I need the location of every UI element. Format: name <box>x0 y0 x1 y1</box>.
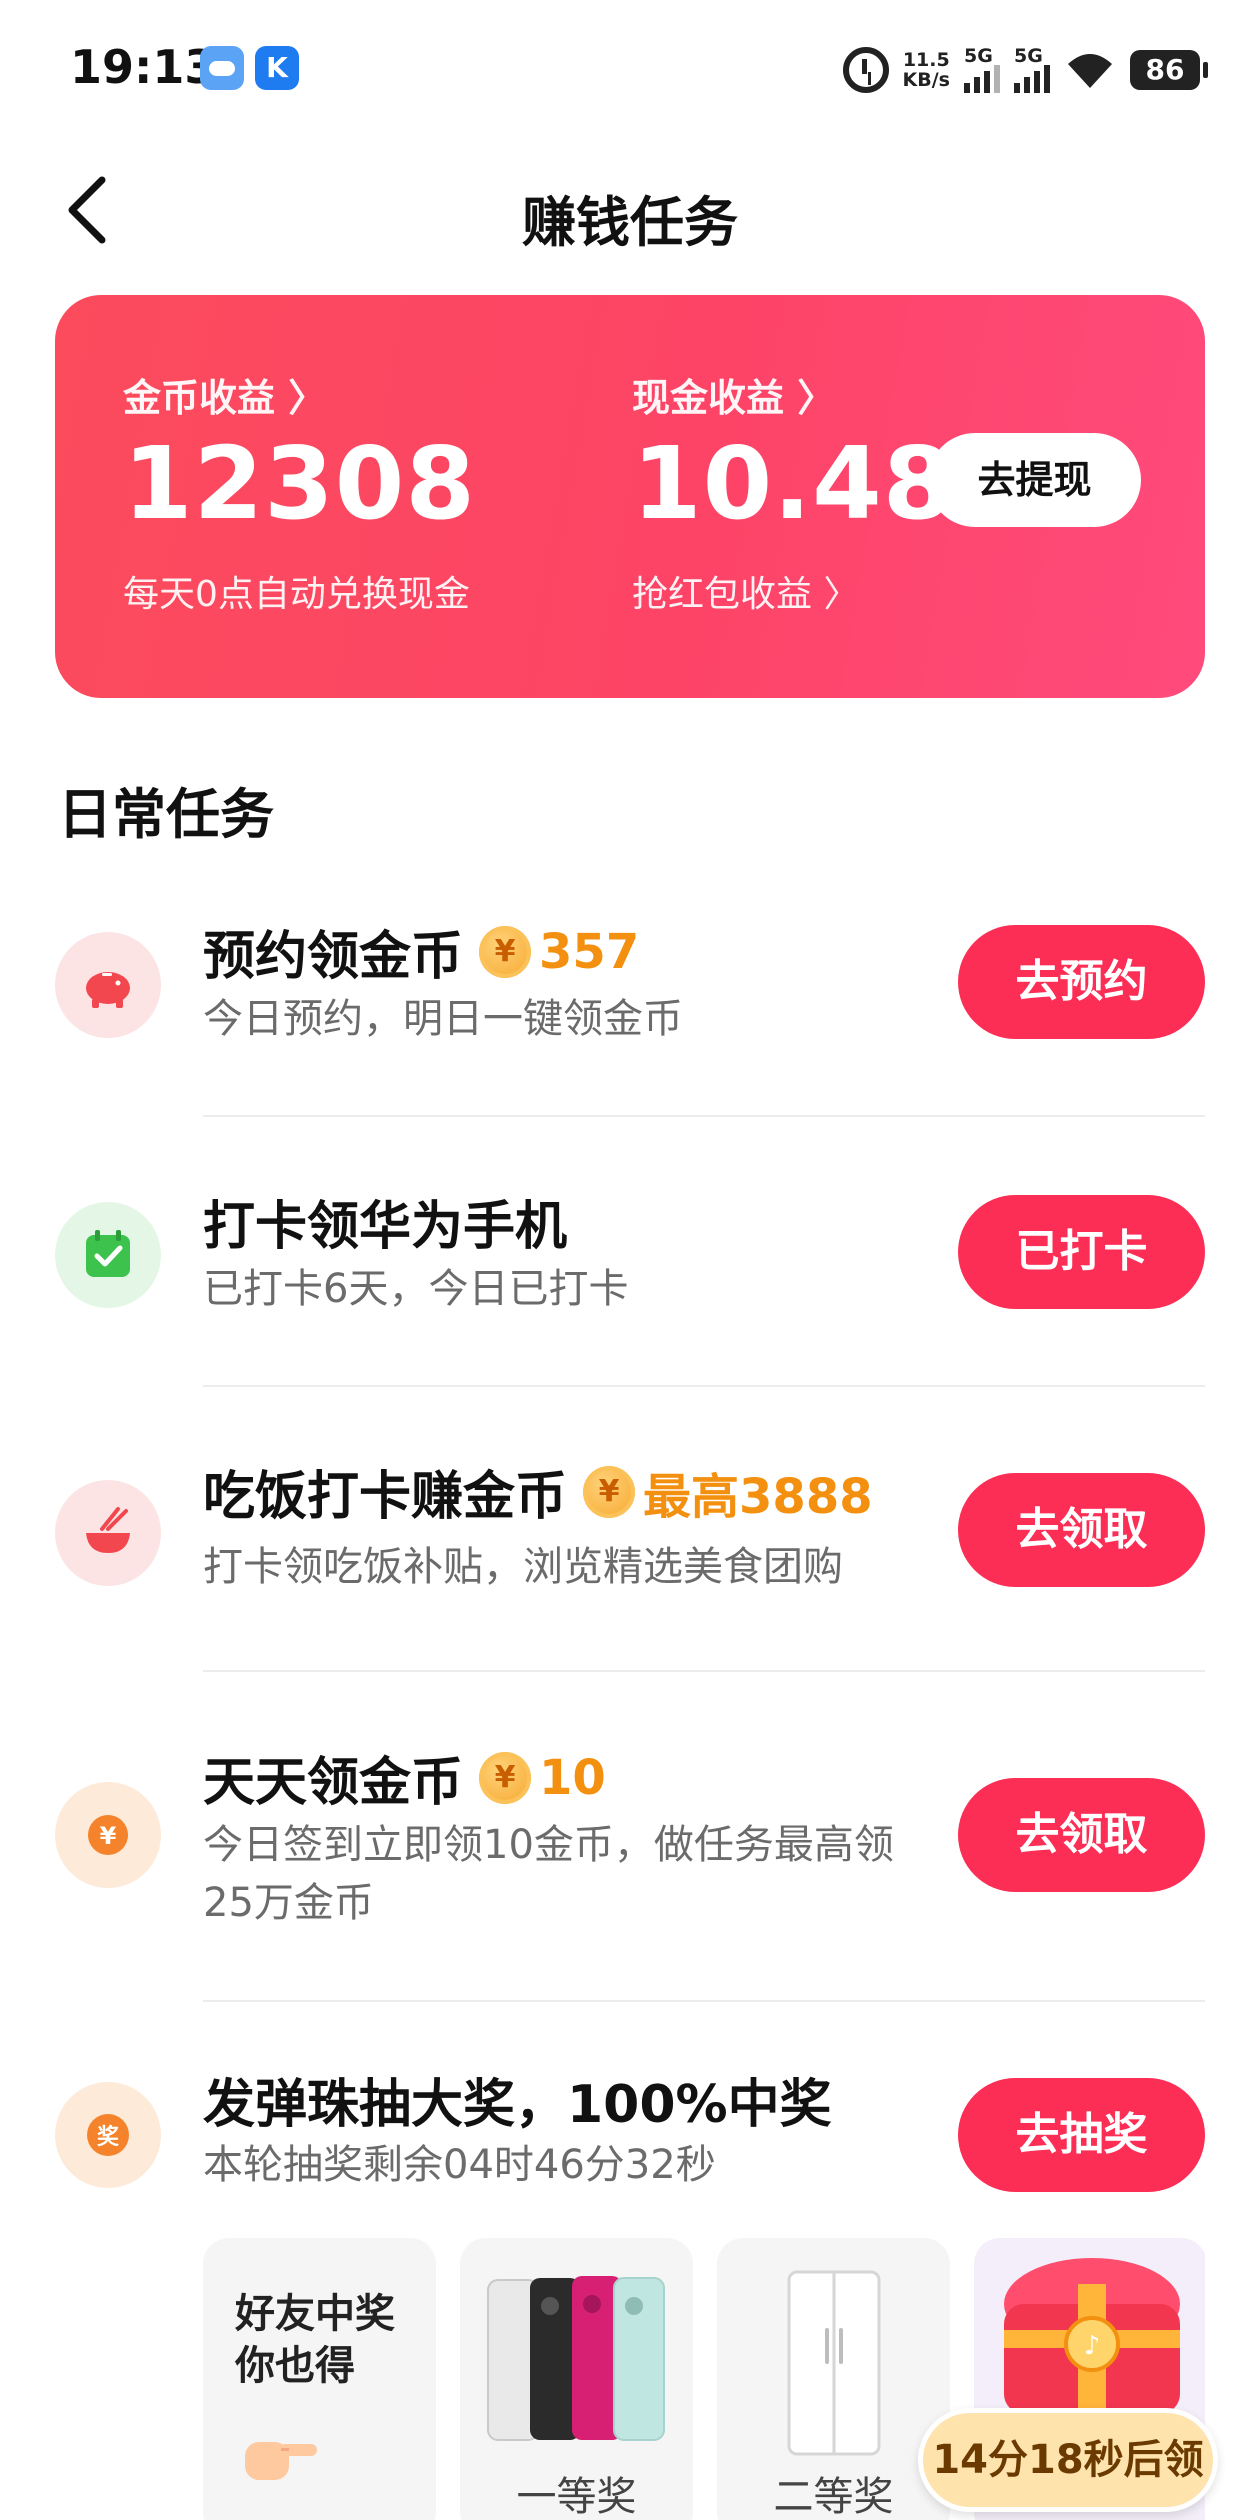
page-title: 赚钱任务 <box>522 191 738 254</box>
reserve-button[interactable]: 去预约 <box>958 925 1205 1039</box>
coin-icon: ¥ <box>479 1751 532 1804</box>
header: 赚钱任务 <box>0 150 1260 270</box>
first-prize-label: 一等奖 <box>516 2474 637 2520</box>
signal-1: 5G <box>964 47 1000 93</box>
phones-image <box>487 2276 665 2441</box>
status-bar: 19:13 K 11.5 KB/s 5G 5G 86 <box>0 0 1260 135</box>
network-speed: 11.5 KB/s <box>903 50 950 90</box>
signal-2-label: 5G <box>1014 45 1043 67</box>
divider <box>203 1670 1205 1672</box>
divider <box>203 1115 1205 1117</box>
k-app-icon: K <box>255 46 299 90</box>
cash-earnings-value: 10.48 <box>632 425 954 542</box>
bowl-icon <box>55 1480 161 1586</box>
signal-bars-icon <box>964 65 1000 93</box>
friend-prize-line2: 你也得 <box>235 2343 355 2389</box>
status-right: 11.5 KB/s 5G 5G 86 <box>842 40 1208 100</box>
calendar-check-icon <box>55 1202 161 1308</box>
task-title: 天天领金币 ¥ 10 <box>203 1740 606 1815</box>
task-row-checkin-phone: 打卡领华为手机 已打卡6天，今日已打卡 已打卡 <box>0 1150 1260 1380</box>
alarm-icon <box>842 47 889 93</box>
task-row-lottery: 奖 发弹珠抽大奖，100%中奖 本轮抽奖剩余04时46分32秒 去抽奖 <box>0 2040 1260 2230</box>
svg-text:♪: ♪ <box>1084 2331 1101 2361</box>
task-title: 吃饭打卡赚金币 ¥ 最高3888 <box>203 1454 873 1529</box>
task-desc: 打卡领吃饭补贴，浏览精选美食团购 <box>203 1544 843 1590</box>
coin-icon: ¥ <box>583 1465 636 1518</box>
claim-button[interactable]: 去领取 <box>958 1778 1205 1892</box>
svg-text:¥: ¥ <box>100 1822 117 1850</box>
coin-earnings-note: 每天0点自动兑换现金 <box>123 574 470 615</box>
weather-app-icon <box>200 46 244 90</box>
red-packet-earnings-link[interactable]: 抢红包收益 〉 <box>632 565 859 617</box>
task-row-meal-checkin: 吃饭打卡赚金币 ¥ 最高3888 打卡领吃饭补贴，浏览精选美食团购 去领取 <box>0 1420 1260 1660</box>
countdown-badge[interactable]: 14分18秒后领 <box>918 2408 1218 2512</box>
task-reward: 最高3888 <box>643 1468 873 1525</box>
lottery-button[interactable]: 去抽奖 <box>958 2078 1205 2192</box>
yen-coin-icon: ¥ <box>55 1782 161 1888</box>
friend-prize-line1: 好友中奖 <box>235 2291 395 2337</box>
divider <box>203 2000 1205 2002</box>
signal-bars-icon <box>1014 65 1050 93</box>
friend-prize-card[interactable]: 好友中奖 你也得 <box>203 2238 436 2520</box>
task-desc: 今日预约，明日一键领金币 <box>203 996 683 1042</box>
task-title-text: 发弹珠抽大奖，100%中奖 <box>203 2075 832 2135</box>
task-row-reserve: 预约领金币 ¥ 357 今日预约，明日一键领金币 去预约 <box>0 880 1260 1110</box>
task-row-daily-coins: ¥ 天天领金币 ¥ 10 今日签到立即领10金币，做任务最高领25万金币 去领取 <box>0 1710 1260 2000</box>
task-title-text: 打卡领华为手机 <box>203 1197 568 1257</box>
coin-earnings-link[interactable]: 金币收益 〉 <box>123 367 326 422</box>
signal-1-label: 5G <box>964 45 993 67</box>
task-title-text: 预约领金币 <box>203 927 464 987</box>
refrigerator-image <box>787 2270 881 2456</box>
second-prize-card[interactable]: 二等奖 <box>717 2238 950 2520</box>
network-speed-value: 11.5 <box>902 49 950 71</box>
task-title: 发弹珠抽大奖，100%中奖 <box>203 2062 832 2137</box>
task-title-text: 天天领金币 <box>203 1753 464 1813</box>
claim-button[interactable]: 去领取 <box>958 1473 1205 1587</box>
withdraw-button[interactable]: 去提现 <box>928 433 1141 527</box>
friend-prize-text: 好友中奖 你也得 <box>235 2288 395 2392</box>
battery-icon: 86 <box>1130 50 1208 90</box>
second-prize-label: 二等奖 <box>773 2474 894 2520</box>
prize-icon: 奖 <box>55 2082 161 2188</box>
coin-earnings-value: 12308 <box>123 425 476 542</box>
pointing-hand-icon <box>245 2442 317 2480</box>
signal-2: 5G <box>1014 47 1050 93</box>
task-desc: 今日签到立即领10金币，做任务最高领25万金币 <box>203 1822 894 1926</box>
divider <box>203 1385 1205 1387</box>
coin-icon: ¥ <box>479 925 532 978</box>
wifi-icon <box>1068 54 1112 88</box>
daily-tasks-title: 日常任务 <box>58 783 274 846</box>
task-reward: 10 <box>539 1749 606 1806</box>
task-desc: 本轮抽奖剩余04时46分32秒 <box>203 2142 716 2188</box>
cash-earnings-link[interactable]: 现金收益 〉 <box>632 367 835 422</box>
task-title: 打卡领华为手机 <box>203 1184 567 1259</box>
task-title-text: 吃饭打卡赚金币 <box>203 1467 568 1527</box>
network-speed-unit: KB/s <box>902 69 950 91</box>
status-time: 19:13 <box>70 40 217 94</box>
piggy-bank-icon <box>55 932 161 1038</box>
task-desc: 已打卡6天，今日已打卡 <box>203 1266 629 1312</box>
task-title: 预约领金币 ¥ 357 <box>203 914 639 989</box>
first-prize-card[interactable]: 一等奖 <box>460 2238 693 2520</box>
earnings-card: 金币收益 〉 12308 每天0点自动兑换现金 现金收益 〉 10.48 抢红包… <box>55 295 1205 698</box>
task-reward: 357 <box>539 923 640 980</box>
checked-in-button[interactable]: 已打卡 <box>958 1195 1205 1309</box>
svg-text:奖: 奖 <box>97 2124 120 2150</box>
